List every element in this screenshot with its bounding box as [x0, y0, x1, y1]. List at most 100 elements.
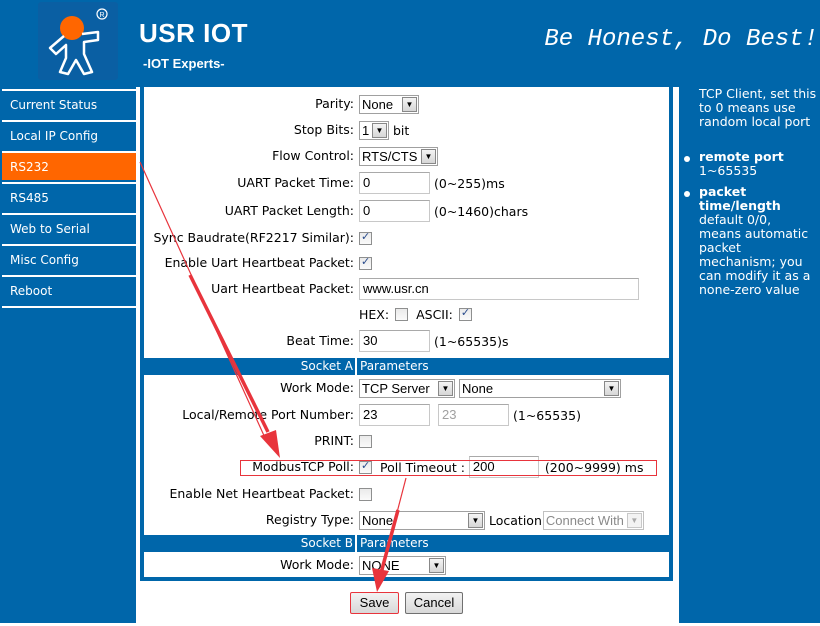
uart-packet-length-hint: (0~1460)chars — [434, 203, 529, 219]
sidebar-nav: Current Status Local IP Config RS232 RS4… — [0, 87, 136, 623]
help-item-remote-port: remote port 1~65535 — [699, 150, 819, 178]
svg-text:R: R — [100, 12, 105, 19]
hex-checkbox[interactable] — [395, 307, 409, 321]
cancel-button[interactable]: Cancel — [405, 592, 463, 614]
chevron-down-icon: ▼ — [429, 557, 444, 573]
header-banner: R USR IOT -IOT Experts- Be Honest, Do Be… — [0, 0, 820, 87]
socket-b-header: Socket B Parameters — [144, 535, 669, 552]
socket-b-work-mode-row: Work Mode: NONE ▼ — [144, 553, 669, 577]
registry-type-label: Registry Type: — [265, 512, 354, 527]
uart-packet-time-input[interactable]: 0 — [359, 172, 430, 194]
parity-row: Parity: None ▼ — [144, 92, 669, 116]
poll-timeout-hint: (200~9999) ms — [544, 459, 644, 475]
location-label: Location — [489, 512, 542, 528]
port-number-label: Local/Remote Port Number: — [182, 407, 354, 422]
hex-ascii-row: HEX: ASCII: — [144, 302, 669, 326]
location-select: Connect With ▼ — [542, 510, 644, 530]
brand-title: USR IOT — [139, 18, 248, 48]
help-item-text: default 0/0, means automatic packet mech… — [699, 212, 811, 297]
modbus-tcp-poll-checkbox[interactable] — [359, 459, 372, 474]
port-number-row: Local/Remote Port Number: 23 23 (1~65535… — [144, 403, 669, 427]
flow-control-label: Flow Control: — [272, 148, 354, 163]
uart-packet-length-input[interactable]: 0 — [359, 200, 430, 222]
uart-packet-time-row: UART Packet Time: 0 (0~255)ms — [144, 171, 669, 195]
flow-control-select[interactable]: RTS/CTS ▼ — [359, 146, 438, 166]
stop-bits-select[interactable]: 1 ▼ — [359, 120, 389, 140]
chevron-down-icon: ▼ — [438, 380, 453, 396]
brand-subtitle: -IOT Experts- — [143, 56, 225, 71]
uart-packet-time-label: UART Packet Time: — [237, 175, 354, 190]
beat-time-label: Beat Time: — [286, 333, 354, 348]
enable-net-heartbeat-checkbox[interactable] — [359, 487, 372, 501]
socket-a-work-mode-label: Work Mode: — [280, 380, 354, 395]
uart-heartbeat-packet-input[interactable]: www.usr.cn — [359, 278, 639, 300]
sidebar-item-web-to-serial[interactable]: Web to Serial — [2, 213, 136, 242]
sidebar-item-rs232[interactable]: RS232 — [2, 151, 136, 180]
enable-net-heartbeat-label: Enable Net Heartbeat Packet: — [169, 486, 354, 501]
poll-timeout-label: Poll Timeout : — [380, 459, 465, 475]
help-partial-text: TCP Client, set this to 0 means use rand… — [699, 86, 817, 129]
modbus-tcp-poll-label: ModbusTCP Poll: — [252, 459, 354, 474]
poll-timeout-input[interactable]: 200 — [468, 456, 539, 478]
flow-control-row: Flow Control: RTS/CTS ▼ — [144, 144, 669, 168]
chevron-down-icon: ▼ — [421, 148, 436, 164]
stop-bits-unit: bit — [393, 122, 410, 138]
ascii-checkbox[interactable] — [458, 306, 472, 321]
bullet-icon — [684, 156, 690, 162]
uart-heartbeat-packet-row: Uart Heartbeat Packet: www.usr.cn — [144, 277, 669, 301]
port-number-hint: (1~65535) — [513, 407, 581, 423]
stop-bits-label: Stop Bits: — [293, 122, 354, 137]
uart-heartbeat-packet-label: Uart Heartbeat Packet: — [211, 281, 354, 296]
parity-select[interactable]: None ▼ — [359, 94, 419, 114]
sidebar-divider — [2, 306, 136, 308]
help-item-title: remote port — [699, 149, 784, 164]
remote-port-input: 23 — [438, 404, 509, 426]
help-item-text: 1~65535 — [699, 163, 758, 178]
sidebar-item-current-status[interactable]: Current Status — [2, 89, 136, 118]
local-port-input[interactable]: 23 — [359, 404, 430, 426]
slogan: Be Honest, Do Best! — [544, 26, 818, 53]
uart-packet-length-label: UART Packet Length: — [224, 203, 354, 218]
sync-baudrate-checkbox[interactable] — [359, 230, 372, 245]
socket-b-work-mode-label: Work Mode: — [280, 557, 354, 572]
beat-time-input[interactable]: 30 — [359, 330, 430, 352]
help-item-title: packet time/length — [699, 184, 781, 213]
rs232-config-form: Parity: None ▼ Stop Bits: 1 ▼ bit Flow C… — [140, 87, 673, 581]
save-button[interactable]: Save — [350, 592, 399, 614]
print-label: PRINT: — [314, 433, 354, 448]
chevron-down-icon: ▼ — [468, 512, 483, 528]
enable-net-heartbeat-row: Enable Net Heartbeat Packet: — [144, 482, 669, 506]
sync-baudrate-row: Sync Baudrate(RF2217 Similar): — [144, 226, 669, 250]
sidebar-item-local-ip-config[interactable]: Local IP Config — [2, 120, 136, 149]
help-item-packet-time-length: packet time/length default 0/0, means au… — [699, 185, 815, 297]
socket-a-work-mode-select[interactable]: TCP Server ▼ — [359, 378, 455, 398]
bullet-icon — [684, 191, 690, 197]
hex-label: HEX: — [359, 306, 390, 322]
print-checkbox[interactable] — [359, 434, 372, 448]
sync-baudrate-label: Sync Baudrate(RF2217 Similar): — [153, 230, 354, 245]
chevron-down-icon: ▼ — [626, 512, 642, 528]
sidebar-item-reboot[interactable]: Reboot — [2, 275, 136, 304]
uart-packet-time-hint: (0~255)ms — [434, 175, 505, 191]
chevron-down-icon: ▼ — [604, 380, 619, 396]
sidebar-item-misc-config[interactable]: Misc Config — [2, 244, 136, 273]
enable-uart-heartbeat-label: Enable Uart Heartbeat Packet: — [164, 255, 354, 270]
socket-b-work-mode-select[interactable]: NONE ▼ — [359, 555, 446, 575]
socket-a-work-mode-row: Work Mode: TCP Server ▼ None ▼ — [144, 376, 669, 400]
chevron-down-icon: ▼ — [372, 122, 387, 138]
uart-packet-length-row: UART Packet Length: 0 (0~1460)chars — [144, 199, 669, 223]
registry-type-select[interactable]: None ▼ — [359, 510, 485, 530]
running-man-logo-icon: R — [38, 2, 118, 80]
enable-uart-heartbeat-checkbox[interactable] — [359, 255, 372, 270]
chevron-down-icon: ▼ — [402, 96, 417, 112]
registry-type-row: Registry Type: None ▼ Location Connect W… — [144, 508, 669, 532]
sidebar-item-rs485[interactable]: RS485 — [2, 182, 136, 211]
socket-a-header: Socket A Parameters — [144, 358, 669, 375]
modbus-tcp-poll-row: ModbusTCP Poll: Poll Timeout : 200 (200~… — [144, 455, 669, 479]
print-row: PRINT: — [144, 429, 669, 453]
beat-time-row: Beat Time: 30 (1~65535)s — [144, 329, 669, 353]
stop-bits-row: Stop Bits: 1 ▼ bit — [144, 118, 669, 142]
ascii-label: ASCII: — [416, 306, 453, 322]
enable-uart-heartbeat-row: Enable Uart Heartbeat Packet: — [144, 251, 669, 275]
socket-a-secondary-select[interactable]: None ▼ — [459, 378, 621, 398]
